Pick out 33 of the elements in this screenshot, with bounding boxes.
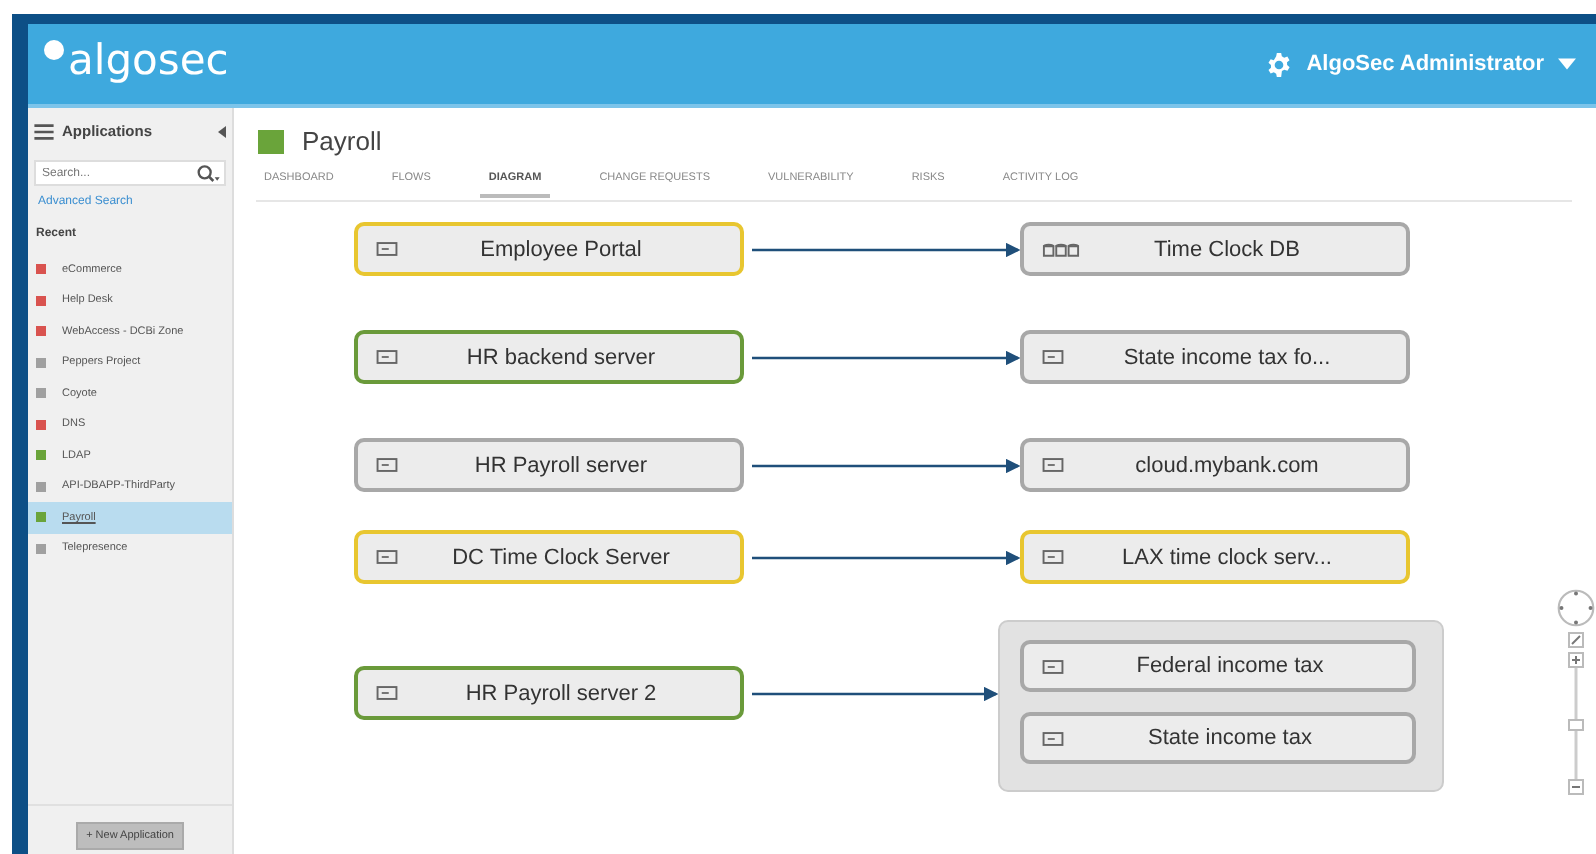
settings-icon (1266, 51, 1293, 77)
zoom-slider-icon[interactable] (1568, 652, 1584, 796)
logo-icon (44, 40, 64, 60)
diagram-node[interactable]: HR Payroll server 2 (354, 666, 744, 720)
diagram-node[interactable]: DC Time Clock Server (354, 530, 744, 584)
server-icon (376, 550, 398, 564)
server-icon (376, 686, 398, 700)
server-icon (1042, 659, 1064, 673)
diagram-node[interactable]: Time Clock DB (1020, 222, 1410, 276)
diagram-node[interactable]: LAX time clock serv... (1020, 530, 1410, 584)
server-icon (1042, 550, 1064, 564)
diagram-node[interactable]: Federal income tax (1020, 640, 1416, 692)
database-icon (1042, 241, 1080, 257)
menu-icon[interactable] (34, 123, 54, 139)
page-title: Payroll (302, 126, 382, 156)
diagram-node[interactable]: HR Payroll server (354, 438, 744, 492)
server-icon (1042, 458, 1064, 472)
server-icon (1042, 350, 1064, 364)
server-icon (376, 458, 398, 472)
search-icon (196, 164, 220, 184)
diagram-node[interactable]: State income tax fo... (1020, 330, 1410, 384)
diagram-node[interactable]: State income tax (1020, 712, 1416, 764)
server-icon (376, 350, 398, 364)
fit-icon[interactable] (1568, 632, 1584, 648)
collapse-icon[interactable] (218, 125, 226, 137)
server-icon (1042, 731, 1064, 745)
caret-icon (1558, 58, 1576, 70)
diagram-node[interactable]: Employee Portal (354, 222, 744, 276)
diagram-node[interactable]: HR backend server (354, 330, 744, 384)
server-icon (376, 242, 398, 256)
diagram-node[interactable]: cloud.mybank.com (1020, 438, 1410, 492)
pan-control-icon[interactable] (1556, 588, 1596, 628)
logo-text: algosec (68, 36, 229, 84)
